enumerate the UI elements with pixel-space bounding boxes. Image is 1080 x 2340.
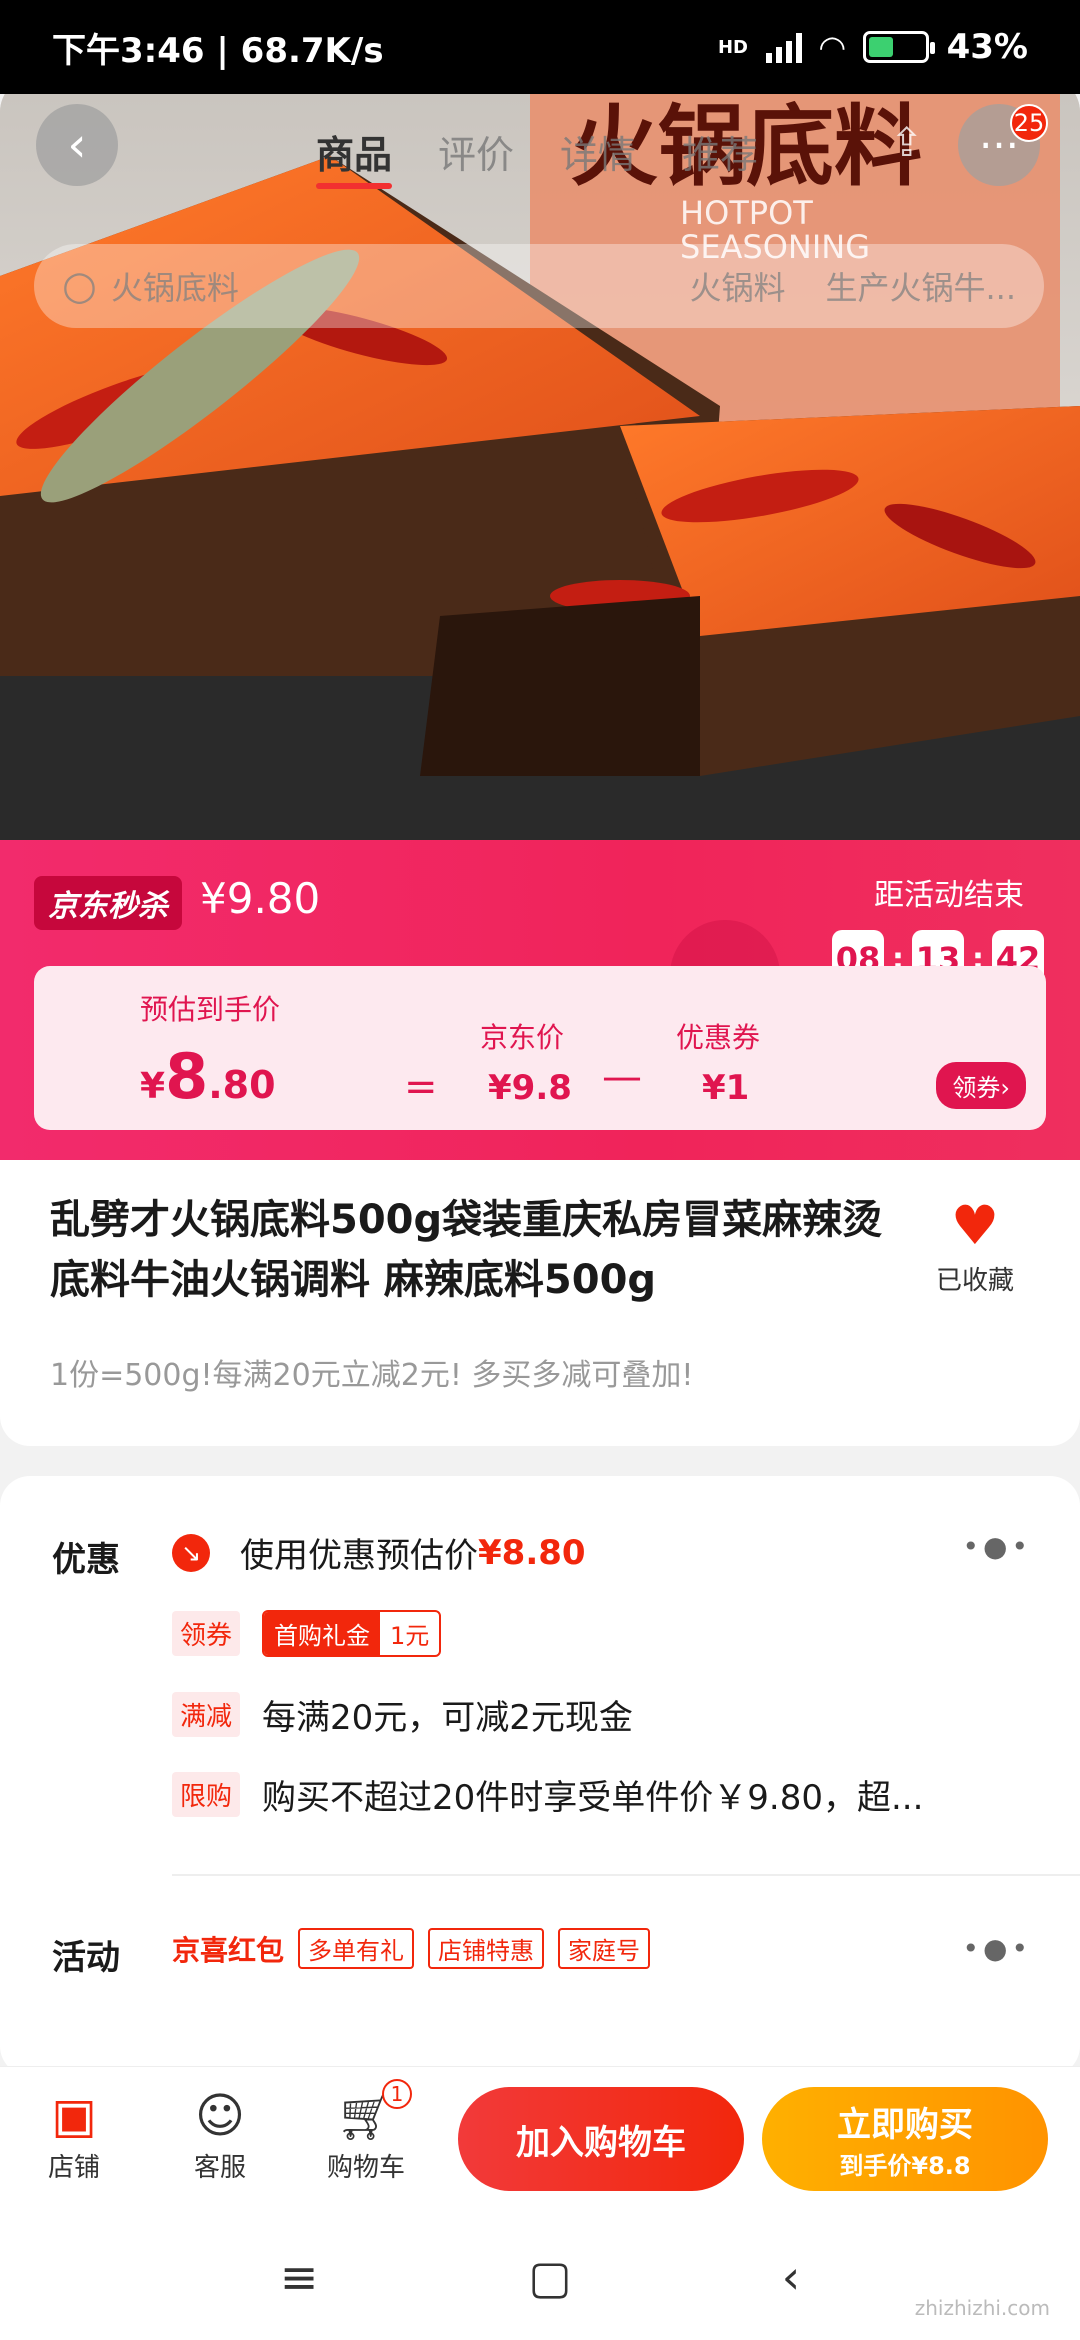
search-icon: ○ [62,263,97,309]
status-time: 下午3:46 [52,30,205,71]
search-placeholder: 火锅底料 [110,269,239,307]
full-reduction-row[interactable]: 满减 每满20元，可减2元现金 [172,1690,633,1739]
estimated-price-currency: ¥ [140,1066,166,1107]
coupon-row[interactable]: 领券 首购礼金 1元 [172,1610,442,1657]
estimated-price-dec: .80 [208,1063,276,1107]
add-to-cart-button[interactable]: 加入购物车 [458,2087,744,2191]
promo-divider [172,1874,1080,1876]
buy-now-price: 到手价¥8.8 [839,2152,971,2180]
buy-now-label: 立即购买 [837,2105,973,2145]
battery-percent: 43% [946,27,1028,67]
first-purchase-coupon[interactable]: 首购礼金 1元 [262,1610,442,1657]
equals-sign: = [404,1064,438,1110]
watermark: zhizhizhi.com [914,2296,1050,2320]
network-type: HD [717,36,748,58]
favorite-label: 已收藏 [935,1266,1014,1296]
promo-section-label: 优惠 [52,1540,120,1580]
red-packet-label: 京喜红包 [172,1933,285,1967]
status-bar: 下午3:46 | 68.7K/s HD ◠ 43% [0,0,1080,94]
top-navigation: ‹ 商品 评价 详情 推荐 ⇪ ··· 25 ○ 火锅底料 火锅料 生产火锅牛.… [0,76,1080,328]
search-bar[interactable]: ○ 火锅底料 火锅料 生产火锅牛... [34,244,1044,328]
status-speed: 68.7K/s [240,30,384,71]
share-icon[interactable]: ⇪ [890,120,924,166]
coupon-amount: 1元 [390,1622,430,1650]
chat-icon: ☺ [194,2088,246,2144]
promo-estimate-row[interactable]: ↘ 使用优惠预估价 ¥8.80 [172,1528,586,1577]
tab-details[interactable]: 详情 [560,124,636,179]
activity-section-label: 活动 [52,1938,120,1978]
message-badge: 25 [1010,104,1048,142]
countdown-label: 距活动结束 [874,878,1024,913]
tab-product[interactable]: 商品 [316,124,393,189]
purchase-limit-row[interactable]: 限购 购买不超过20件时享受单件价￥9.80，超... [172,1770,923,1819]
activity-tag: 家庭号 [558,1928,651,1969]
promotions-card: 优惠 ↘ 使用优惠预估价 ¥8.80 •●• 领券 首购礼金 1元 满减 每满20… [0,1476,1080,2076]
estimated-price-label: 预估到手价 [140,993,281,1026]
original-price: ¥9.80 [200,874,321,923]
signal-icon [766,31,802,63]
buy-now-button[interactable]: 立即购买 到手价¥8.8 [762,2087,1048,2191]
heart-icon: ♥ [950,1194,1000,1257]
promo-more-icon[interactable]: •●• [963,1530,1032,1563]
discount-arrow-icon: ↘ [172,1533,210,1572]
tab-bar: 商品 评价 详情 推荐 [316,124,758,189]
bottom-action-bar: ▣ 店铺 ☺ 客服 🛒︎ 1 购物车 加入购物车 立即购买 到手价¥8.8 [0,2066,1080,2214]
back-icon[interactable]: ‹ [782,2250,800,2304]
store-icon: ▣ [51,2088,97,2144]
customer-service-button[interactable]: ☺ 客服 [170,2087,270,2184]
full-reduction-tag: 满减 [172,1692,241,1737]
system-navigation-bar: ≡ ▢ ‹ [0,2214,1080,2340]
cart-button[interactable]: 🛒︎ 1 购物车 [316,2079,416,2184]
service-label: 客服 [193,2153,246,2183]
status-right: HD ◠ 43% [718,27,1028,67]
seckill-badge: 京东秒杀 [34,876,182,930]
product-title: 乱劈才火锅底料500g袋装重庆私房冒菜麻辣烫底料牛油火锅调料 麻辣底料500g [50,1197,883,1303]
estimated-price-int: 8 [165,1040,209,1113]
minus-sign: — [602,1054,642,1100]
get-coupon-button[interactable]: 领券› [936,1062,1026,1109]
full-reduction-text: 每满20元，可减2元现金 [262,1698,633,1738]
coupon-value: ¥1 [702,1068,750,1108]
product-title-card: 乱劈才火锅底料500g袋装重庆私房冒菜麻辣烫底料牛油火锅调料 麻辣底料500g … [0,1160,1080,1446]
jd-price-label: 京东价 [480,1021,565,1054]
store-button[interactable]: ▣ 店铺 [24,2087,124,2184]
activity-tag: 店铺特惠 [428,1928,545,1969]
search-hint-tag[interactable]: 生产火锅牛... [825,263,1016,309]
search-hint-tag[interactable]: 火锅料 [689,263,785,309]
cart-count-badge: 1 [382,2079,412,2109]
activity-tag: 多单有礼 [298,1928,415,1969]
battery-icon [862,31,935,63]
favorite-button[interactable]: ♥ 已收藏 [920,1196,1030,1297]
activity-row[interactable]: 京喜红包 多单有礼 店铺特惠 家庭号 [172,1928,651,1969]
activity-more-icon[interactable]: •●• [963,1932,1032,1965]
menu-icon[interactable]: ≡ [280,2250,319,2304]
coupon-name: 首购礼金 [264,1612,381,1655]
status-left: 下午3:46 | 68.7K/s [52,30,384,71]
jd-price-value: ¥9.8 [488,1068,572,1108]
promo-estimate-price: ¥8.80 [478,1532,586,1573]
purchase-limit-text: 购买不超过20件时享受单件价￥9.80，超... [262,1778,924,1818]
cart-label: 购物车 [326,2153,405,2183]
promo-estimate-text: 使用优惠预估价 [240,1536,478,1576]
home-icon[interactable]: ▢ [528,2250,571,2304]
product-subtitle: 1份=500g!每满20元立减2元! 多买多减可叠加! [50,1358,694,1393]
tab-reviews[interactable]: 评价 [438,124,514,179]
price-banner: 京东秒杀 ¥9.80 距活动结束 08 : 13 : 42 预估到手价 ¥8.8… [0,840,1080,1160]
purchase-limit-tag: 限购 [172,1772,241,1817]
estimated-price: ¥8.80 [140,1040,276,1113]
coupon-tag: 领券 [172,1611,241,1656]
coupon-label: 优惠券 [676,1021,761,1054]
store-label: 店铺 [47,2153,100,2183]
price-calculation-card: 预估到手价 ¥8.80 = 京东价 ¥9.8 — 优惠券 ¥1 领券› [34,966,1046,1130]
back-arrow-icon: ‹ [67,117,87,173]
tab-recommend[interactable]: 推荐 [682,124,758,179]
back-button[interactable]: ‹ [36,104,118,186]
wifi-icon: ◠ [820,28,845,66]
